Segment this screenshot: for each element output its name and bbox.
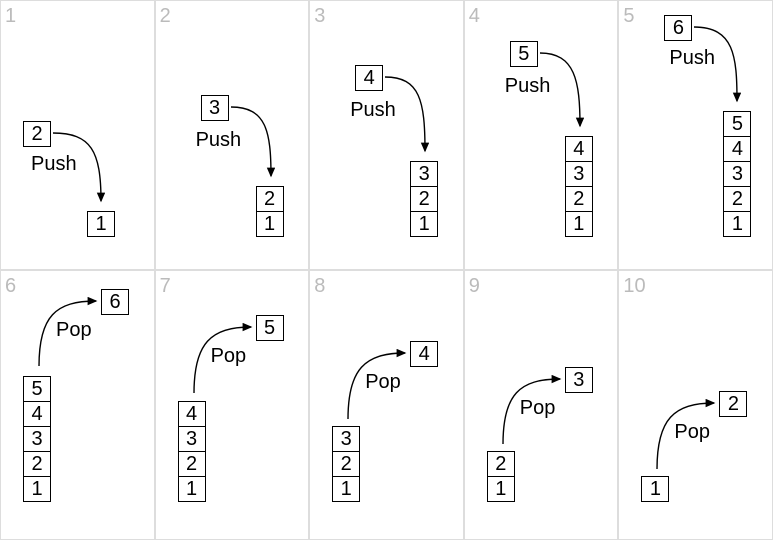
stack-cell: 4 xyxy=(23,401,51,427)
stack-cell: 2 xyxy=(332,451,360,477)
stack-cell: 1 xyxy=(723,211,751,237)
panel-7: 7 5 Pop 4 3 2 1 xyxy=(155,270,310,540)
panel-3: 3 4 Push 3 2 1 xyxy=(309,0,464,270)
stack-cell: 2 xyxy=(256,186,284,212)
stack-cell: 2 xyxy=(487,451,515,477)
stack-cell: 2 xyxy=(23,451,51,477)
stack-diagram: 1 2 Push 1 2 3 Push 2 1 3 4 Push xyxy=(0,0,773,540)
stack-cell: 4 xyxy=(723,136,751,162)
stack-cell: 3 xyxy=(332,426,360,452)
stack-cell: 1 xyxy=(256,211,284,237)
stack-cell: 1 xyxy=(410,211,438,237)
panel-1: 1 2 Push 1 xyxy=(0,0,155,270)
push-arrow-icon xyxy=(310,1,465,271)
stack-cell: 1 xyxy=(565,211,593,237)
panel-6: 6 6 Pop 5 4 3 2 1 xyxy=(0,270,155,540)
stack-cell: 2 xyxy=(565,186,593,212)
stack-cell: 1 xyxy=(23,476,51,502)
stack-cell: 1 xyxy=(178,476,206,502)
push-arrow-icon xyxy=(465,1,620,271)
stack-cell: 5 xyxy=(23,376,51,402)
panel-10: 10 2 Pop 1 xyxy=(618,270,773,540)
stack-cell: 3 xyxy=(410,161,438,187)
stack-cell: 1 xyxy=(487,476,515,502)
stack-cell: 3 xyxy=(723,161,751,187)
stack-cell: 1 xyxy=(641,476,669,502)
stack-cell: 2 xyxy=(178,451,206,477)
stack-cell: 3 xyxy=(565,161,593,187)
panel-9: 9 3 Pop 2 1 xyxy=(464,270,619,540)
push-arrow-icon xyxy=(1,1,156,271)
stack-cell: 2 xyxy=(410,186,438,212)
stack-cell: 1 xyxy=(87,211,115,237)
panel-8: 8 4 Pop 3 2 1 xyxy=(309,270,464,540)
panel-4: 4 5 Push 4 3 2 1 xyxy=(464,0,619,270)
push-arrow-icon xyxy=(156,1,311,271)
stack-cell: 3 xyxy=(178,426,206,452)
panel-grid: 1 2 Push 1 2 3 Push 2 1 3 4 Push xyxy=(0,0,773,540)
stack-cell: 1 xyxy=(332,476,360,502)
stack-cell: 4 xyxy=(565,136,593,162)
stack-cell: 4 xyxy=(178,401,206,427)
stack-cell: 3 xyxy=(23,426,51,452)
panel-5: 5 6 Push 5 4 3 2 1 xyxy=(618,0,773,270)
panel-2: 2 3 Push 2 1 xyxy=(155,0,310,270)
stack-cell: 2 xyxy=(723,186,751,212)
stack-cell: 5 xyxy=(723,111,751,137)
